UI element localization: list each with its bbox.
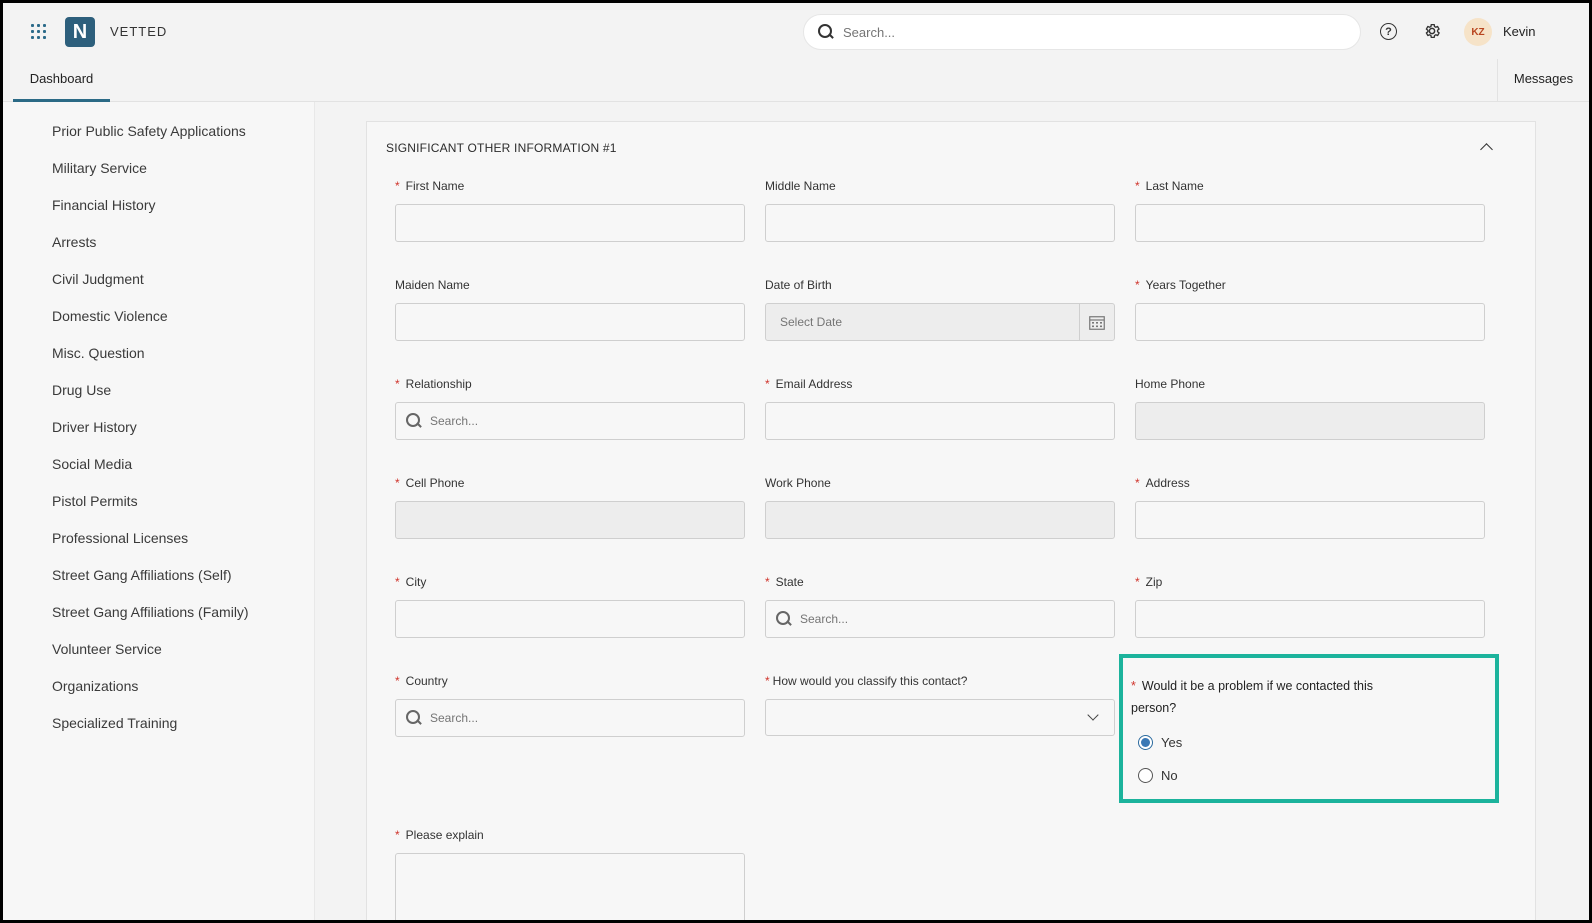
years-together-label: * Years Together <box>1135 278 1226 292</box>
work-phone-field[interactable] <box>765 501 1115 539</box>
sidebar-item-drug-use[interactable]: Drug Use <box>52 382 111 398</box>
search-icon <box>776 611 792 627</box>
years-together-field[interactable] <box>1135 303 1485 341</box>
search-icon <box>406 710 422 726</box>
country-search[interactable] <box>395 699 745 737</box>
global-search-input[interactable] <box>843 24 1323 40</box>
maiden-name-label: Maiden Name <box>395 278 470 292</box>
sidebar-item-pistol-permits[interactable]: Pistol Permits <box>52 493 138 509</box>
tab-dashboard[interactable]: Dashboard <box>13 59 110 102</box>
explain-label: * Please explain <box>395 828 484 842</box>
sidebar-item-prior-public-safety-applications[interactable]: Prior Public Safety Applications <box>52 123 246 139</box>
state-search[interactable] <box>765 600 1115 638</box>
brand-name: VETTED <box>110 24 168 39</box>
radio-yes[interactable]: Yes <box>1138 735 1182 750</box>
user-name[interactable]: Kevin <box>1503 24 1536 39</box>
home-phone-label: Home Phone <box>1135 377 1206 391</box>
relationship-input[interactable] <box>430 414 730 428</box>
radio-no-label: No <box>1161 768 1178 783</box>
logo[interactable]: N <box>65 17 95 47</box>
dob-field[interactable] <box>765 303 1115 341</box>
home-phone-field[interactable] <box>1135 402 1485 440</box>
help-icon[interactable]: ? <box>1380 23 1397 40</box>
state-label: * State <box>765 575 804 589</box>
radio-no[interactable]: No <box>1138 768 1178 783</box>
country-label: * Country <box>395 674 448 688</box>
middle-name-label: Middle Name <box>765 179 836 193</box>
global-search[interactable] <box>803 14 1361 50</box>
first-name-label: * First Name <box>395 179 465 193</box>
sidebar-item-professional-licenses[interactable]: Professional Licenses <box>52 530 188 546</box>
zip-label: * Zip <box>1135 575 1163 589</box>
sidebar-item-volunteer-service[interactable]: Volunteer Service <box>52 641 162 657</box>
tab-bar: Dashboard Messages <box>3 59 1589 102</box>
top-bar: N VETTED ? KZ Kevin <box>3 3 1589 59</box>
section-title: SIGNIFICANT OTHER INFORMATION #1 <box>386 141 617 155</box>
radio-yes-selected-icon[interactable] <box>1138 735 1153 750</box>
cell-phone-field[interactable] <box>395 501 745 539</box>
maiden-name-field[interactable] <box>395 303 745 341</box>
apps-grid-icon[interactable] <box>31 24 46 39</box>
state-input[interactable] <box>800 612 1100 626</box>
city-label: * City <box>395 575 427 589</box>
city-field[interactable] <box>395 600 745 638</box>
address-field[interactable] <box>1135 501 1485 539</box>
sidebar-item-financial-history[interactable]: Financial History <box>52 197 155 213</box>
calendar-icon[interactable] <box>1079 304 1114 340</box>
sidebar-item-arrests[interactable]: Arrests <box>52 234 96 250</box>
address-label: * Address <box>1135 476 1190 490</box>
middle-name-field[interactable] <box>765 204 1115 242</box>
first-name-field[interactable] <box>395 204 745 242</box>
dob-label: Date of Birth <box>765 278 832 292</box>
zip-field[interactable] <box>1135 600 1485 638</box>
collapse-chevron-icon[interactable] <box>1480 143 1493 156</box>
avatar[interactable]: KZ <box>1464 18 1492 46</box>
sidebar-item-street-gang-family[interactable]: Street Gang Affiliations (Family) <box>52 604 249 620</box>
last-name-label: * Last Name <box>1135 179 1204 193</box>
relationship-label: * Relationship <box>395 377 472 391</box>
sidebar-item-organizations[interactable]: Organizations <box>52 678 138 694</box>
work-phone-label: Work Phone <box>765 476 831 490</box>
tab-messages[interactable]: Messages <box>1497 59 1589 102</box>
cell-phone-label: * Cell Phone <box>395 476 465 490</box>
sidebar-item-military-service[interactable]: Military Service <box>52 160 147 176</box>
dob-input[interactable] <box>766 304 1080 340</box>
gear-icon[interactable] <box>1423 22 1441 40</box>
email-field[interactable] <box>765 402 1115 440</box>
search-icon <box>818 24 834 40</box>
problem-question-label: * Would it be a problem if we contacted t… <box>1131 679 1374 715</box>
app-window: N VETTED ? KZ Kevin Dashboard Messages P… <box>0 0 1592 923</box>
highlighted-question: * Would it be a problem if we contacted t… <box>1119 654 1499 803</box>
explain-textarea[interactable] <box>395 853 745 920</box>
sidebar: Prior Public Safety Applications Militar… <box>3 102 315 920</box>
sidebar-item-street-gang-self[interactable]: Street Gang Affiliations (Self) <box>52 567 232 583</box>
sidebar-item-specialized-training[interactable]: Specialized Training <box>52 715 177 731</box>
sidebar-item-civil-judgment[interactable]: Civil Judgment <box>52 271 144 287</box>
radio-yes-label: Yes <box>1161 735 1183 750</box>
sidebar-item-social-media[interactable]: Social Media <box>52 456 132 472</box>
sidebar-item-misc-question[interactable]: Misc. Question <box>52 345 145 361</box>
classify-select[interactable] <box>765 699 1115 736</box>
last-name-field[interactable] <box>1135 204 1485 242</box>
email-label: * Email Address <box>765 377 853 391</box>
classify-label: * How would you classify this contact? <box>765 674 968 688</box>
country-input[interactable] <box>430 711 730 725</box>
relationship-search[interactable] <box>395 402 745 440</box>
sidebar-item-domestic-violence[interactable]: Domestic Violence <box>52 308 168 324</box>
chevron-down-icon <box>1087 709 1099 721</box>
search-icon <box>406 413 422 429</box>
sidebar-item-driver-history[interactable]: Driver History <box>52 419 137 435</box>
radio-no-unselected-icon[interactable] <box>1138 768 1153 783</box>
